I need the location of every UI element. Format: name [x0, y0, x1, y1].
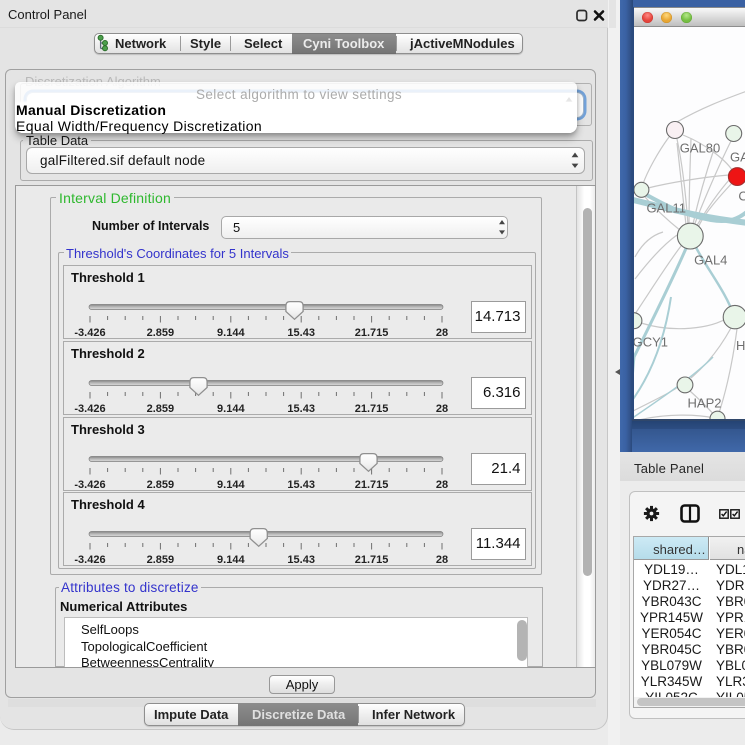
svg-text:9.144: 9.144: [217, 327, 245, 339]
svg-text:15.43: 15.43: [287, 479, 315, 491]
svg-text:15.43: 15.43: [287, 403, 315, 415]
svg-text:9.144: 9.144: [217, 403, 245, 415]
svg-text:GA: GA: [730, 150, 745, 165]
svg-text:15.43: 15.43: [287, 554, 315, 566]
svg-text:HI: HI: [736, 338, 745, 353]
svg-text:21.715: 21.715: [355, 403, 389, 415]
svg-text:21.715: 21.715: [355, 479, 389, 491]
svg-text:21.715: 21.715: [355, 554, 389, 566]
svg-text:15.43: 15.43: [287, 327, 315, 339]
svg-text:-3.426: -3.426: [74, 327, 105, 339]
svg-text:-3.426: -3.426: [74, 554, 105, 566]
svg-text:2.859: 2.859: [147, 403, 175, 415]
svg-text:-3.426: -3.426: [74, 403, 105, 415]
svg-text:28: 28: [436, 479, 448, 491]
svg-text:GCY1: GCY1: [633, 334, 668, 349]
svg-text:C: C: [738, 189, 745, 204]
svg-text:9.144: 9.144: [217, 554, 245, 566]
svg-text:GAL80: GAL80: [680, 141, 720, 156]
svg-text:2.859: 2.859: [147, 554, 175, 566]
svg-text:28: 28: [436, 403, 448, 415]
svg-text:9.144: 9.144: [217, 479, 245, 491]
svg-text:2.859: 2.859: [147, 479, 175, 491]
svg-text:GAL4: GAL4: [694, 252, 727, 267]
svg-text:28: 28: [436, 554, 448, 566]
svg-text:GAL11: GAL11: [646, 201, 686, 216]
svg-text:-3.426: -3.426: [74, 479, 105, 491]
svg-text:2.859: 2.859: [147, 327, 175, 339]
svg-text:28: 28: [436, 327, 448, 339]
svg-text:HAP2: HAP2: [688, 396, 722, 411]
svg-text:21.715: 21.715: [355, 327, 389, 339]
